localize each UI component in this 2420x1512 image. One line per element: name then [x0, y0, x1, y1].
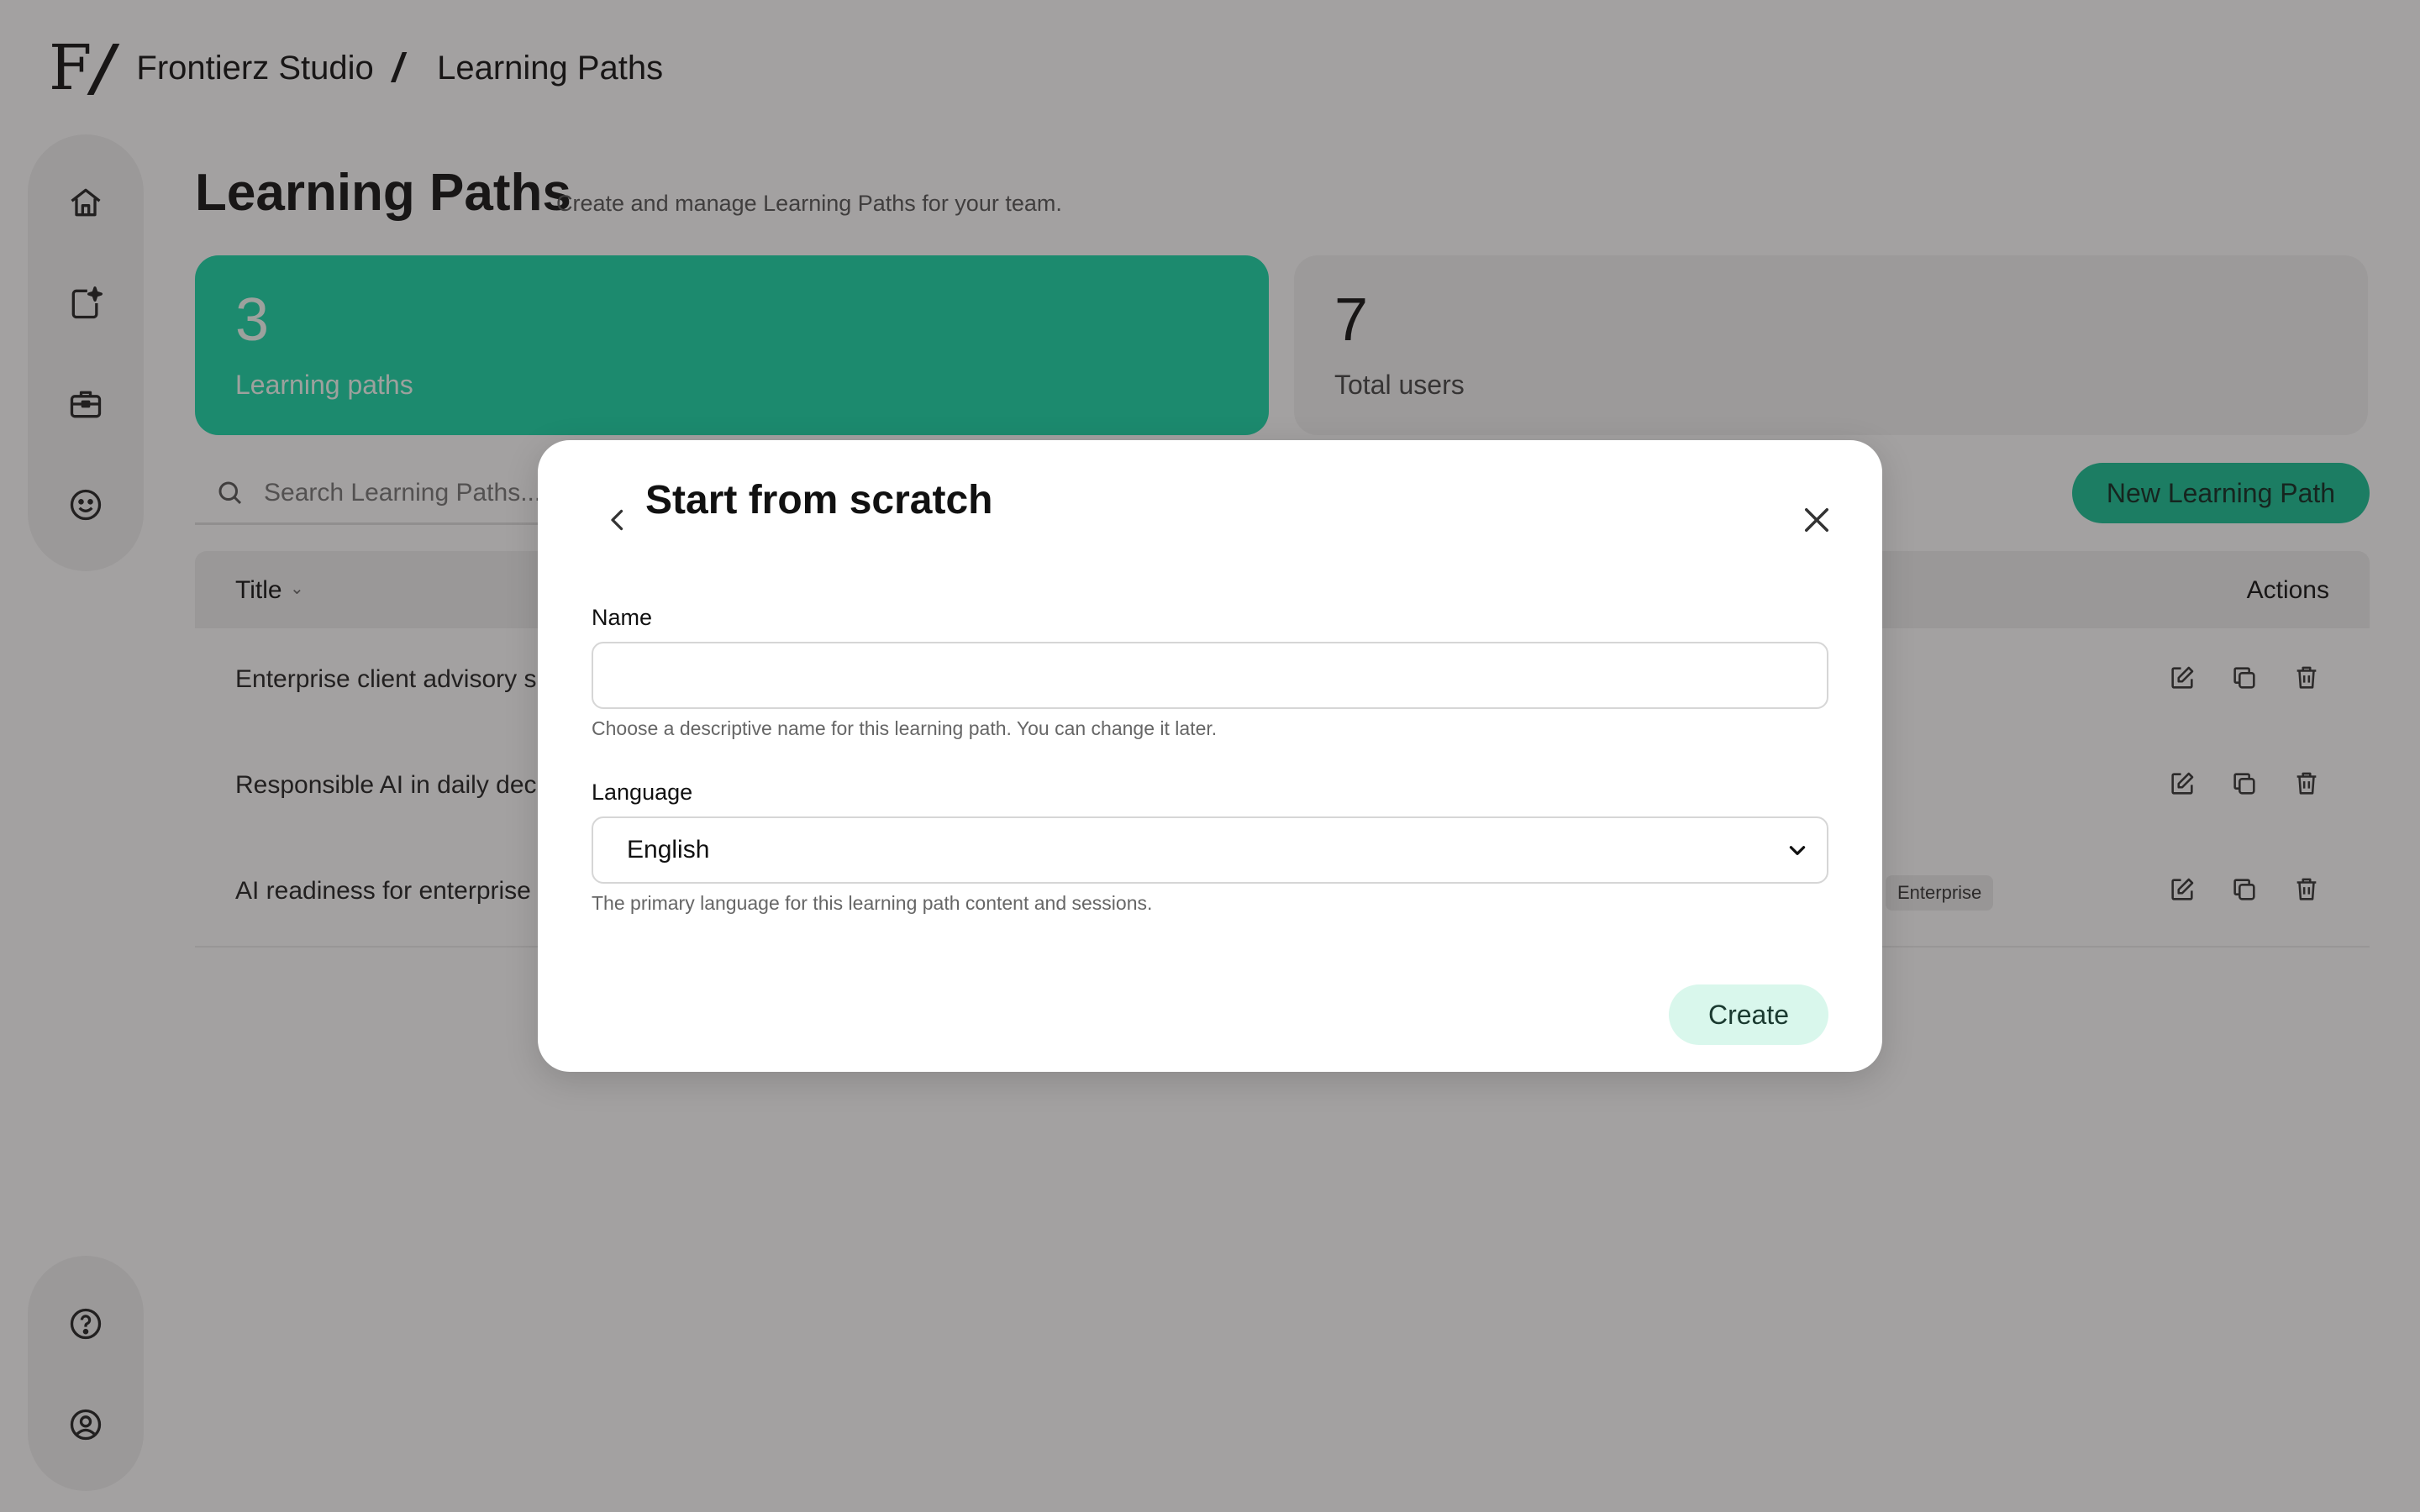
chevron-left-icon — [611, 509, 623, 531]
start-from-scratch-dialog: Start from scratch Name Choose a descrip… — [538, 440, 1882, 1072]
back-button[interactable] — [588, 482, 647, 558]
name-label: Name — [592, 605, 653, 630]
close-icon — [1805, 508, 1828, 532]
language-selected-value: English — [627, 836, 710, 864]
close-button[interactable] — [1785, 482, 1849, 558]
language-help-text: The primary language for this learning p… — [592, 892, 1153, 914]
name-help-text: Choose a descriptive name for this learn… — [592, 717, 1218, 739]
language-select[interactable]: English — [592, 816, 1828, 884]
create-button[interactable]: Create — [1669, 984, 1828, 1045]
chevron-down-icon — [1789, 846, 1806, 855]
language-label: Language — [592, 780, 693, 805]
dialog-title: Start from scratch — [645, 478, 993, 522]
name-field[interactable] — [592, 642, 1828, 709]
